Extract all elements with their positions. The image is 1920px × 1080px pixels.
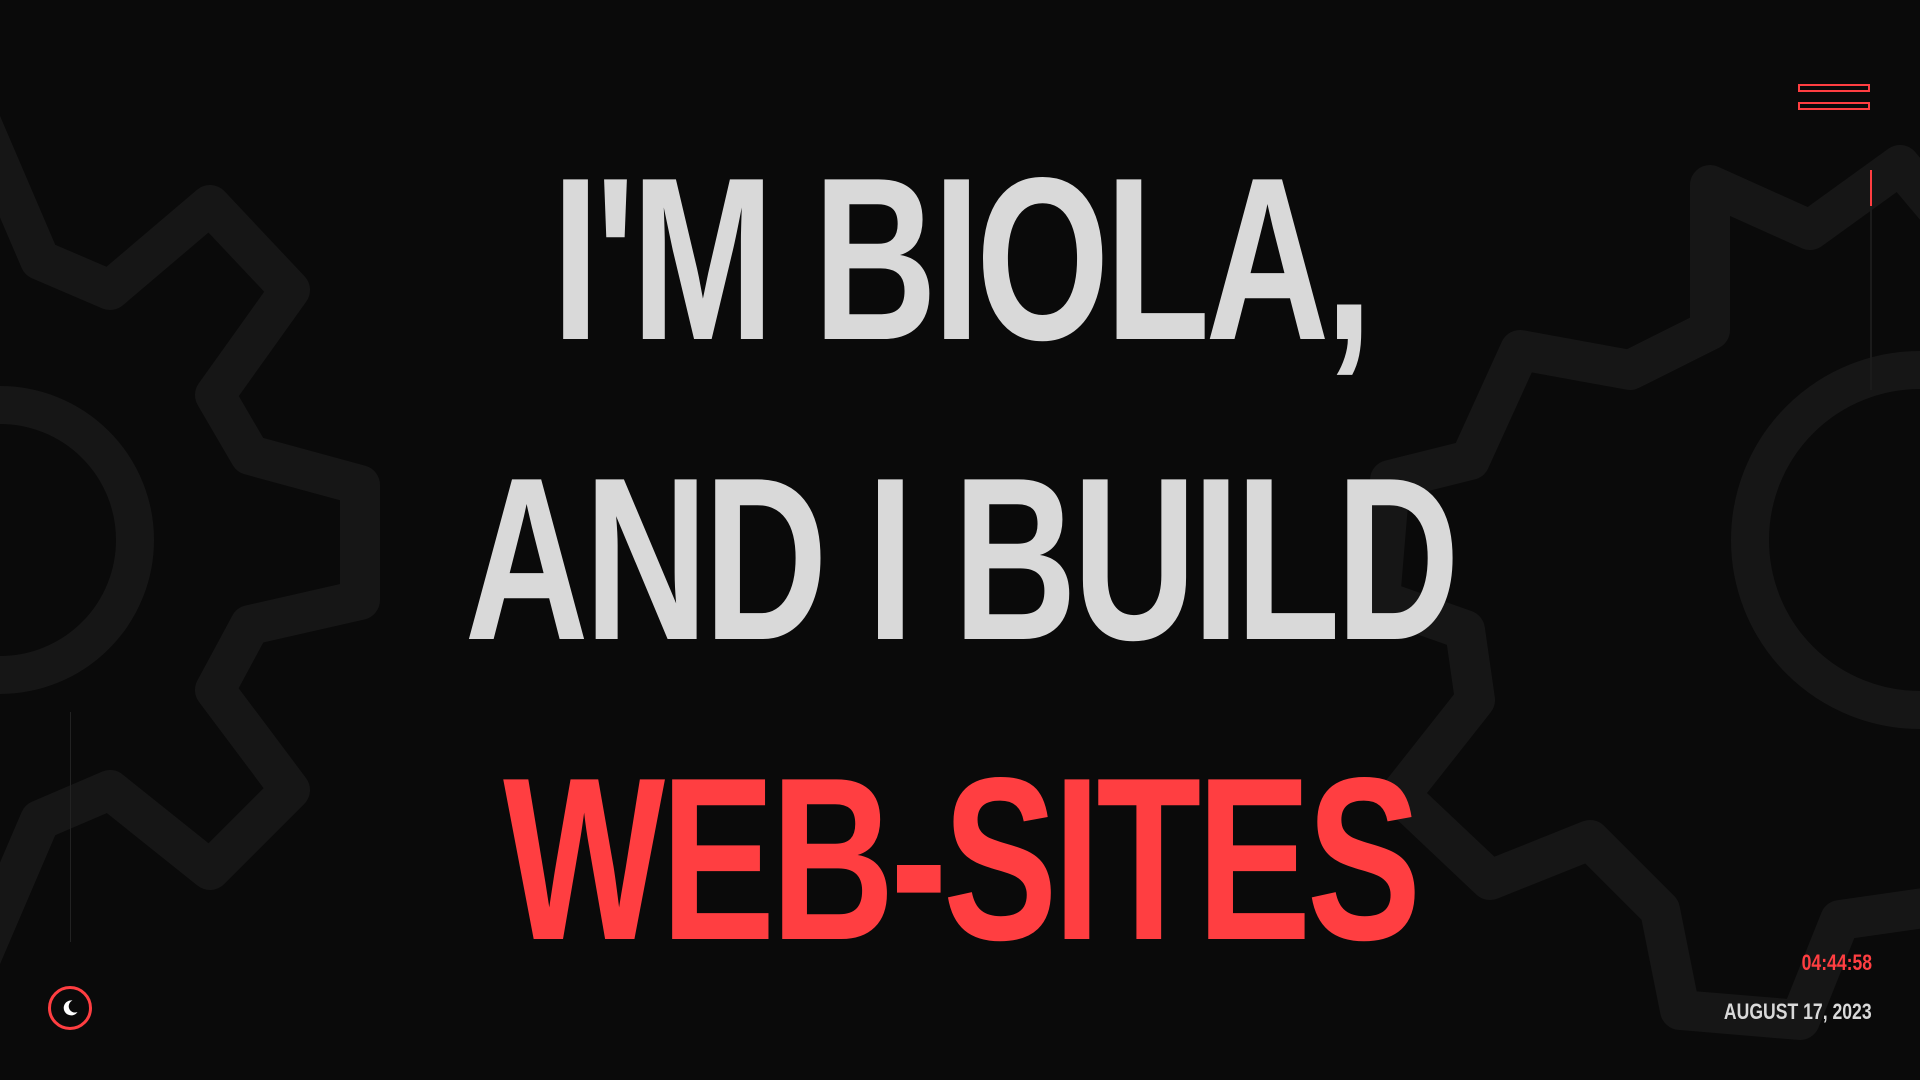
scroll-indicator[interactable] xyxy=(1870,170,1872,390)
clock-time: 04:44:58 xyxy=(1801,950,1872,975)
scroll-indicator-thumb xyxy=(1870,170,1872,206)
clock-date: AUGUST 17, 2023 xyxy=(1724,999,1872,1024)
hero-line-1: I'M BIOLA, xyxy=(551,130,1373,389)
page: I'M BIOLA, AND I BUILD WEB-SITES 04:44:5… xyxy=(0,0,1920,1080)
hamburger-menu-icon[interactable] xyxy=(1798,80,1872,116)
hero-line-3: WEB-SITES xyxy=(503,730,1421,989)
hero-line-2: AND I BUILD xyxy=(464,430,1460,689)
moon-icon xyxy=(63,1000,78,1016)
theme-toggle-button[interactable] xyxy=(48,986,92,1030)
menu-bar-bottom xyxy=(1798,102,1870,110)
hero-headline: I'M BIOLA, AND I BUILD WEB-SITES xyxy=(0,110,1920,1010)
menu-bar-top xyxy=(1798,84,1870,92)
